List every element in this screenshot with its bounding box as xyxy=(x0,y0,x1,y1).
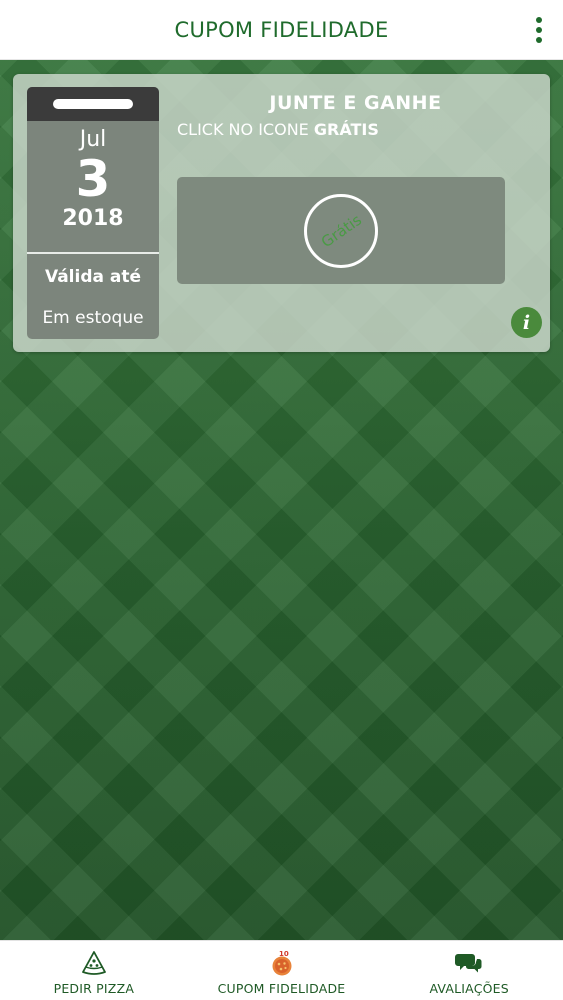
gratis-panel: Grátis xyxy=(177,177,505,284)
page-title: CUPOM FIDELIDADE xyxy=(174,17,389,42)
nav-item-avaliacoes[interactable]: AVALIAÇÕES xyxy=(375,941,563,1000)
main-content: Jul 3 2018 Válida até Em estoque JUNTE E… xyxy=(0,60,563,940)
calendar-binding-icon xyxy=(53,99,133,109)
loyalty-coupon-icon: 10 xyxy=(268,949,296,977)
date-day: 3 xyxy=(75,150,111,208)
chat-bubbles-icon xyxy=(455,949,483,977)
svg-text:10: 10 xyxy=(279,950,289,958)
stock-status: Em estoque xyxy=(42,308,144,328)
subtitle-bold-text: GRÁTIS xyxy=(313,120,379,139)
date-block: Jul 3 2018 Válida até Em estoque xyxy=(27,87,159,339)
pizza-slice-icon xyxy=(81,949,107,977)
nav-label: AVALIAÇÕES xyxy=(429,981,509,996)
more-vertical-icon xyxy=(536,17,542,23)
date-year: 2018 xyxy=(62,206,124,231)
date-divider xyxy=(27,252,159,254)
date-month: Jul xyxy=(79,127,107,152)
gratis-button[interactable]: Grátis xyxy=(304,193,378,268)
more-options-button[interactable] xyxy=(529,12,549,48)
nav-label: CUPOM FIDELIDADE xyxy=(217,981,346,996)
valid-until-label: Válida até xyxy=(44,267,142,287)
coupon-title: JUNTE E GANHE xyxy=(269,92,442,114)
nav-label: PEDIR PIZZA xyxy=(53,981,135,996)
info-button[interactable]: i xyxy=(511,307,542,338)
nav-item-pedir-pizza[interactable]: PEDIR PIZZA xyxy=(0,941,188,1000)
coupon-subtitle: CLICK NO ICONE GRÁTIS xyxy=(177,120,379,139)
info-icon: i xyxy=(522,311,531,334)
coupon-card: Jul 3 2018 Válida até Em estoque JUNTE E… xyxy=(13,74,550,352)
subtitle-text: CLICK NO ICONE xyxy=(177,120,314,139)
calendar-top xyxy=(27,87,159,121)
app-header: CUPOM FIDELIDADE xyxy=(0,0,563,60)
gratis-label: Grátis xyxy=(317,210,365,251)
bottom-nav: PEDIR PIZZA 10 CUPOM FIDELIDADE AVALIAÇÕ… xyxy=(0,940,563,1000)
nav-item-cupom-fidelidade[interactable]: 10 CUPOM FIDELIDADE xyxy=(188,941,376,1000)
